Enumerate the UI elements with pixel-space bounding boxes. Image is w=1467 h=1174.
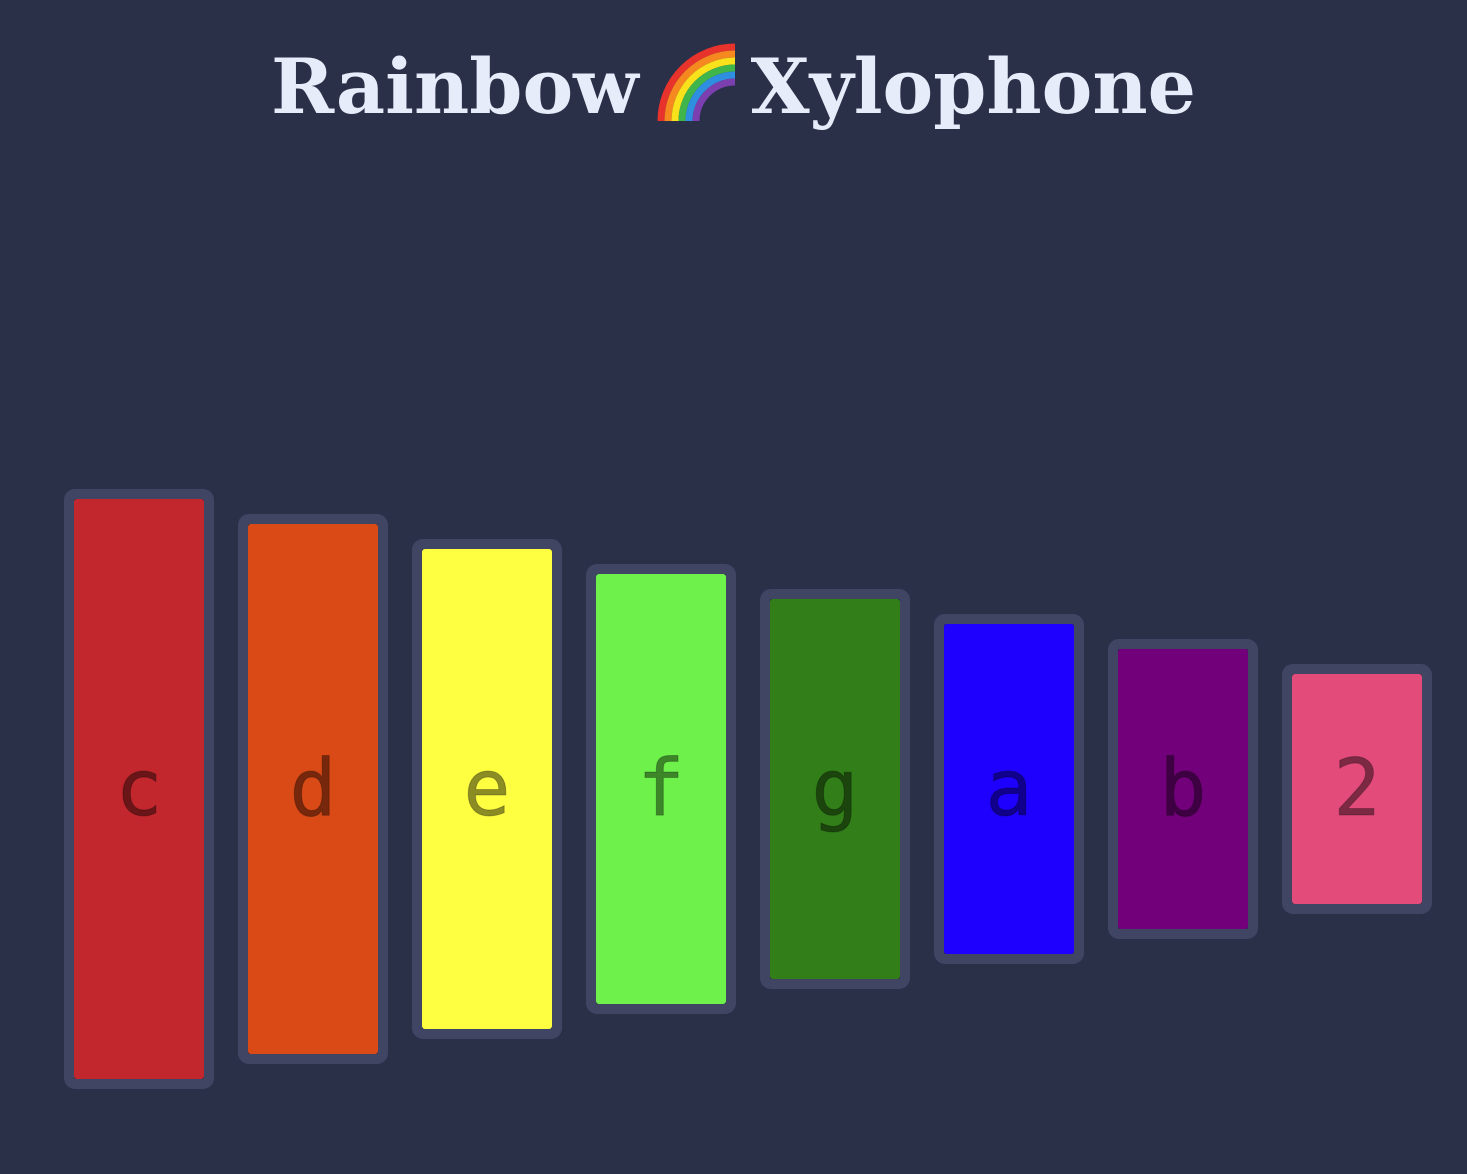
xylophone: c d e f g a b 2	[0, 0, 1467, 1174]
xylophone-key-e[interactable]: e	[412, 539, 562, 1039]
key-g-face: g	[770, 599, 900, 979]
key-label: c	[115, 744, 163, 834]
xylophone-key-a[interactable]: a	[934, 614, 1084, 964]
xylophone-key-g[interactable]: g	[760, 589, 910, 989]
key-label: 2	[1333, 744, 1381, 834]
key-a-face: a	[944, 624, 1074, 954]
xylophone-key-2[interactable]: 2	[1282, 664, 1432, 914]
key-label: e	[463, 744, 511, 834]
key-d-face: d	[248, 524, 378, 1054]
key-label: g	[811, 744, 859, 834]
key-label: f	[637, 744, 685, 834]
xylophone-key-d[interactable]: d	[238, 514, 388, 1064]
key-label: d	[289, 744, 337, 834]
key-label: b	[1159, 744, 1207, 834]
key-label: a	[985, 744, 1033, 834]
xylophone-key-c[interactable]: c	[64, 489, 214, 1089]
key-b-face: b	[1118, 649, 1248, 929]
xylophone-key-f[interactable]: f	[586, 564, 736, 1014]
xylophone-key-b[interactable]: b	[1108, 639, 1258, 939]
key-f-face: f	[596, 574, 726, 1004]
key-c-face: c	[74, 499, 204, 1079]
key-e-face: e	[422, 549, 552, 1029]
key-2-face: 2	[1292, 674, 1422, 904]
